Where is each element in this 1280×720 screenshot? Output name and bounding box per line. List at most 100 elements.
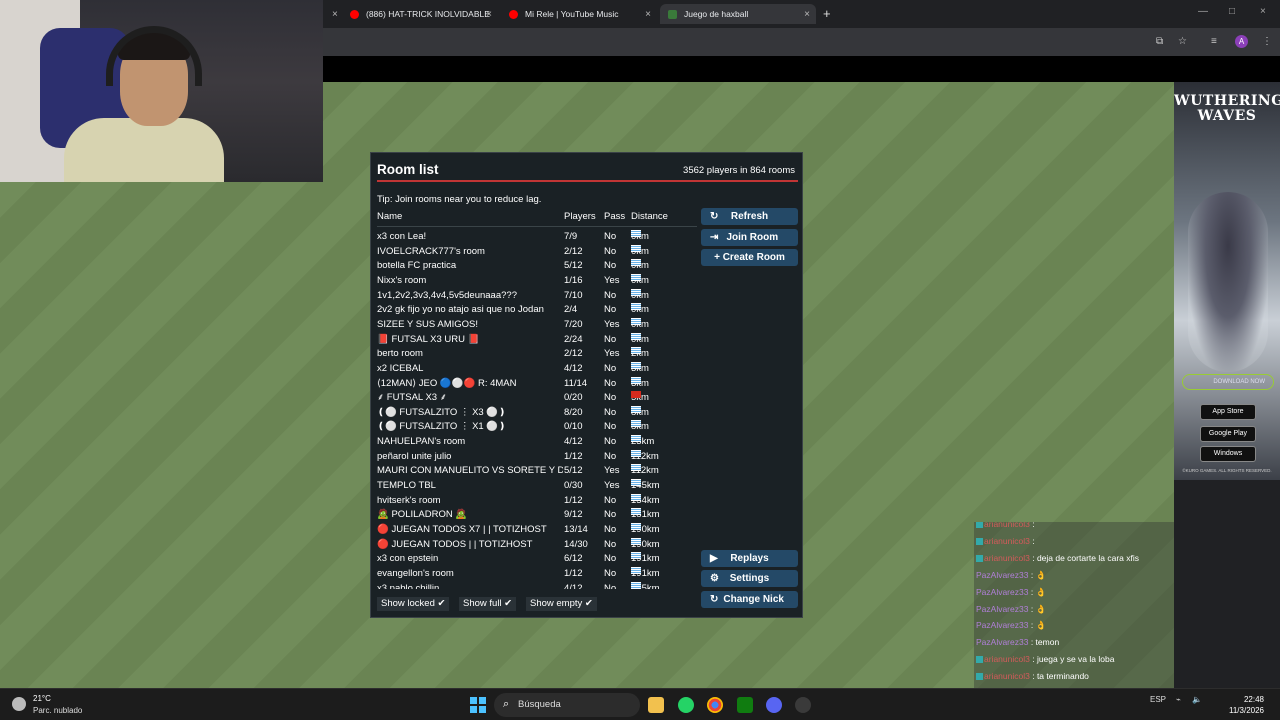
room-row[interactable]: berto room 2/12 Yes 2km xyxy=(371,347,701,361)
column-header-distance[interactable]: Distance xyxy=(631,211,668,222)
ad-download-button[interactable]: DOWNLOAD NOW xyxy=(1182,374,1274,390)
menu-icon[interactable]: ⋮ xyxy=(1262,36,1272,47)
volume-icon[interactable]: 🔈 xyxy=(1192,695,1202,704)
room-row[interactable]: x3 pablo chillin 4/12 No 195km xyxy=(371,581,701,589)
tab-haxball[interactable]: Juego de haxball × xyxy=(660,4,816,24)
country-flag-icon xyxy=(631,230,641,237)
chat-text: 👌 xyxy=(1035,620,1047,631)
chat-text: juega y se va la loba xyxy=(1036,654,1115,665)
plus-icon: + xyxy=(714,252,720,263)
whatsapp-icon[interactable] xyxy=(678,697,694,713)
reading-list-icon[interactable]: ≡ xyxy=(1211,36,1217,47)
language-indicator[interactable]: ESP xyxy=(1150,695,1166,704)
country-flag-icon xyxy=(631,581,641,589)
room-row[interactable]: peñarol unite julio 1/12 No 112km xyxy=(371,449,701,464)
steam-icon[interactable] xyxy=(795,697,811,713)
refresh-button[interactable]: ↻ Refresh xyxy=(701,208,798,225)
join-room-button[interactable]: ⇥ Join Room xyxy=(701,229,798,246)
replays-label: Replays xyxy=(730,553,769,564)
replays-button[interactable]: ▶ Replays xyxy=(701,550,798,567)
tab-close-button[interactable]: × xyxy=(645,9,651,20)
weather-temperature[interactable]: 21°C xyxy=(33,694,51,703)
window-close-button[interactable]: × xyxy=(1260,6,1266,17)
room-row[interactable]: ⟨12MAN⟩ JEO 🔵⚪🔴 R: 4MAN 11/14 No 3km xyxy=(371,376,701,391)
taskbar-clock[interactable]: 22:48 11/3/2026 xyxy=(1224,694,1264,716)
ad-google-play-badge[interactable]: Google Play xyxy=(1200,426,1256,442)
room-pass: Yes xyxy=(604,480,620,492)
room-players: 0/10 xyxy=(564,421,583,433)
tab-youtube-video[interactable]: (886) HAT-TRICK INOLVIDABLE × xyxy=(342,4,498,24)
room-players: 2/4 xyxy=(564,304,578,316)
country-flag-icon xyxy=(631,376,641,384)
discord-icon[interactable] xyxy=(766,697,782,713)
tab-youtube-music[interactable]: Mi Rele | YouTube Music × xyxy=(501,4,657,24)
room-row[interactable]: Nixx's room 1/16 Yes 0km xyxy=(371,273,701,288)
advertisement-banner[interactable]: WUTHERING WAVES DOWNLOAD NOW App Store G… xyxy=(1174,82,1280,480)
tab-close-button[interactable]: × xyxy=(486,9,492,20)
room-row[interactable]: x3 con Lea! 7/9 No 0km xyxy=(371,230,701,244)
column-header-players[interactable]: Players xyxy=(564,211,596,222)
room-name: ⸙ FUTSAL X3 ⸙ xyxy=(377,392,447,404)
chrome-icon[interactable] xyxy=(707,697,723,713)
room-players: 0/30 xyxy=(564,480,583,492)
country-flag-icon xyxy=(631,449,641,457)
room-row[interactable]: 2v2 gk fijo yo no atajo asi que no Jodan… xyxy=(371,303,701,317)
room-row[interactable]: IVOELCRACK777's room 2/12 No 0km xyxy=(371,244,701,259)
ad-app-store-badge[interactable]: App Store xyxy=(1200,404,1256,420)
chat-message: arianunicol3 : xyxy=(976,522,1035,532)
room-row[interactable]: hvitserk's room 1/12 No 154km xyxy=(371,493,701,508)
room-row[interactable]: 1v1,2v2,3v3,4v4,5v5deunaaa??? 7/10 No 0km xyxy=(371,288,701,303)
room-row[interactable]: ❪⚪ FUTSALZITO ⋮ X3 ⚪❫ 8/20 No 8km xyxy=(371,405,701,420)
join-icon: ⇥ xyxy=(710,232,719,243)
settings-button[interactable]: ⚙ Settings xyxy=(701,570,798,587)
room-pass: No xyxy=(604,231,617,242)
room-row[interactable]: 🧟 POLILADRON 🧟 9/12 No 181km xyxy=(371,508,701,522)
join-room-label: Join Room xyxy=(726,232,779,243)
room-row[interactable]: SIZEE Y SUS AMIGOS! 7/20 Yes 0km xyxy=(371,317,701,332)
tab-label: Juego de haxball xyxy=(684,9,749,19)
tab-close-button[interactable]: × xyxy=(804,9,810,20)
room-players: 9/12 xyxy=(564,509,583,521)
room-row[interactable]: NAHUELPAN's room 4/12 No 23km xyxy=(371,435,701,449)
weather-description[interactable]: Parc. nublado xyxy=(33,706,82,715)
room-pass: No xyxy=(604,524,617,535)
change-nick-button[interactable]: ↻ Change Nick xyxy=(701,591,798,608)
room-name: x2 ICEBAL xyxy=(377,362,424,374)
room-row[interactable]: 🔴 JUEGAN TODOS X7 | | TOTIZHOST 13/14 No 19… xyxy=(371,523,701,537)
weather-cloud-icon[interactable] xyxy=(12,697,26,711)
create-room-button[interactable]: + Create Room xyxy=(701,249,798,266)
column-header-pass[interactable]: Pass xyxy=(604,211,625,222)
translate-icon[interactable]: ⧉ xyxy=(1156,36,1163,47)
file-explorer-icon[interactable] xyxy=(648,697,664,713)
room-row[interactable]: 🔴 JUEGAN TODOS | | TOTIZHOST 14/30 No 190km xyxy=(371,537,701,552)
new-tab-button[interactable]: + xyxy=(823,6,831,21)
room-table[interactable]: x3 con Lea! 7/9 No 0km IVOELCRACK777's room 2… xyxy=(371,230,701,589)
room-row[interactable]: evangellon's room 1/12 No 191km xyxy=(371,566,701,581)
room-row[interactable]: botella FC practica 5/12 No 0km xyxy=(371,259,701,273)
show-empty-toggle[interactable]: Show empty ✔ xyxy=(526,597,597,611)
room-row[interactable]: x3 con epstein 6/12 No 191km xyxy=(371,552,701,566)
room-row[interactable]: ⸙ FUTSAL X3 ⸙ 0/20 No 5km xyxy=(371,391,701,405)
room-row[interactable]: ❪⚪ FUTSALZITO ⋮ X1 ⚪❫ 0/10 No 8km xyxy=(371,420,701,434)
room-distance: 112km xyxy=(631,464,659,478)
bookmark-star-icon[interactable]: ☆ xyxy=(1178,36,1187,47)
windows-start-icon[interactable] xyxy=(470,697,486,713)
profile-avatar[interactable]: A xyxy=(1235,35,1248,48)
room-row[interactable]: TEMPLO TBL 0/30 Yes 145km xyxy=(371,479,701,493)
minimize-button[interactable]: — xyxy=(1198,6,1208,17)
room-name: Nixx's room xyxy=(377,274,427,286)
room-row[interactable]: MAURI CON MANUELITO VS SORETE Y DEF 5/12 Y… xyxy=(371,464,701,478)
column-header-name[interactable]: Name xyxy=(377,211,402,222)
xbox-icon[interactable] xyxy=(737,697,753,713)
room-row[interactable]: 📕 FUTSAL X3 URU 📕 2/24 No 0km xyxy=(371,332,701,347)
network-icon[interactable]: ⌁ xyxy=(1176,695,1181,704)
ad-windows-badge[interactable]: Windows xyxy=(1200,446,1256,462)
show-full-toggle[interactable]: Show full ✔ xyxy=(459,597,517,611)
room-name: evangellon's room xyxy=(377,567,454,579)
show-locked-toggle[interactable]: Show locked ✔ xyxy=(377,597,450,611)
room-name: botella FC practica xyxy=(377,260,457,272)
room-row[interactable]: x2 ICEBAL 4/12 No 3km xyxy=(371,361,701,376)
maximize-button[interactable]: □ xyxy=(1229,6,1235,17)
taskbar-search[interactable]: ⌕ Búsqueda xyxy=(494,693,640,717)
country-flag-icon xyxy=(631,259,641,267)
